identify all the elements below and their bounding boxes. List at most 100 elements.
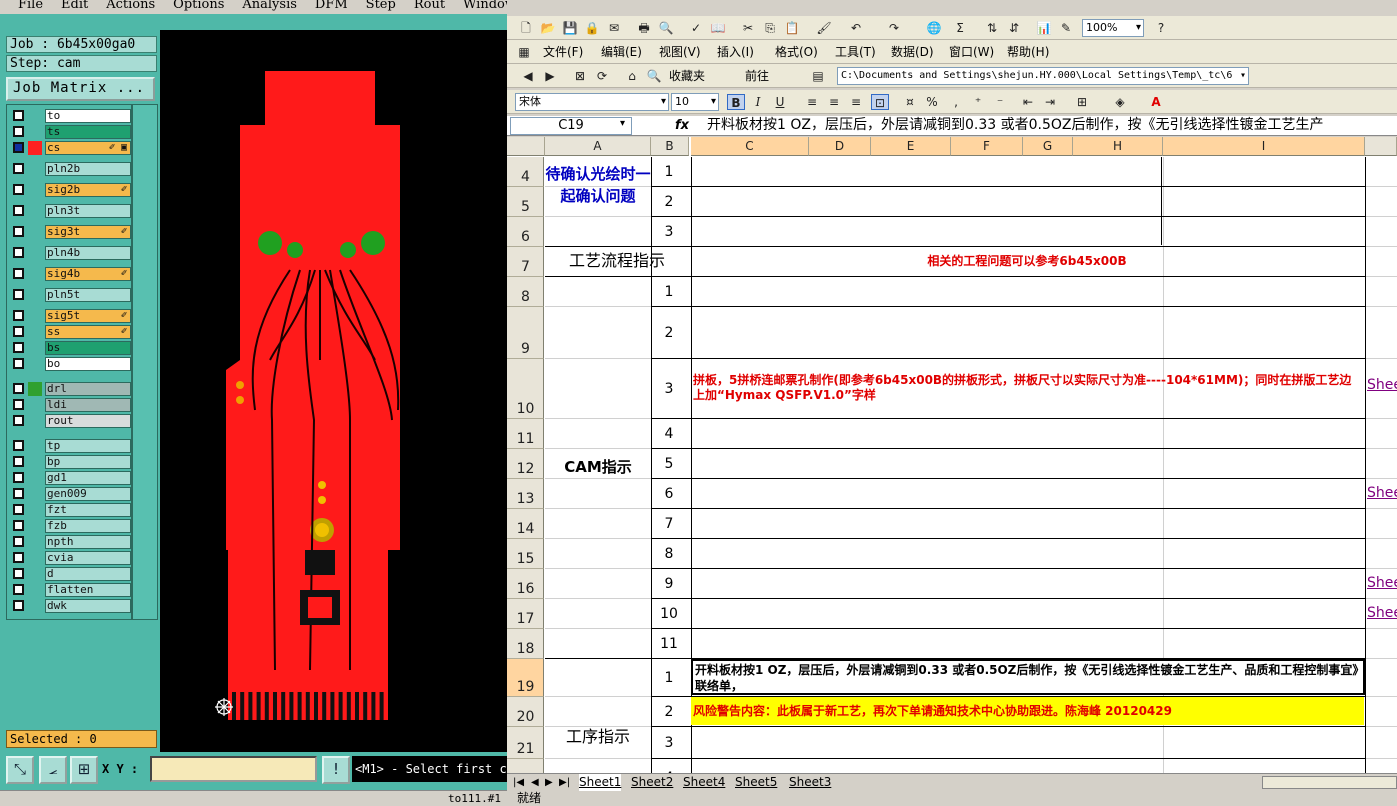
layer-row-ldi[interactable]: ldi bbox=[10, 398, 131, 412]
cell-b-number[interactable]: 7 bbox=[651, 509, 687, 539]
copy-icon[interactable]: ⎘ bbox=[761, 20, 779, 36]
cut-icon[interactable]: ✂ bbox=[739, 20, 757, 36]
layer-row-pln2b[interactable]: pln2b bbox=[10, 162, 131, 176]
row-header[interactable]: 13 bbox=[507, 479, 544, 509]
layer-checkbox-dwk[interactable] bbox=[13, 600, 24, 611]
row-header[interactable]: 18 bbox=[507, 629, 544, 659]
layer-checkbox-pln2b[interactable] bbox=[13, 163, 24, 174]
currency-icon[interactable]: ¤ bbox=[901, 94, 919, 110]
layer-row-sig2b[interactable]: sig2b ✐ bbox=[10, 183, 131, 197]
sheet-link-10[interactable]: Shee bbox=[1367, 377, 1397, 393]
comma-icon[interactable]: , bbox=[947, 94, 965, 110]
cell-b-number[interactable]: 3 bbox=[651, 727, 687, 759]
sheet-tab-sheet1[interactable]: Sheet1 bbox=[579, 774, 622, 791]
row-header[interactable]: 9 bbox=[507, 307, 544, 359]
font-name-select[interactable]: 宋体 bbox=[515, 93, 669, 111]
forward-icon[interactable]: ▶ bbox=[541, 68, 559, 84]
cell-a-proc[interactable]: 工序指示 bbox=[545, 659, 651, 773]
bold-icon[interactable]: B bbox=[727, 94, 745, 110]
layer-row-d[interactable]: d bbox=[10, 567, 131, 581]
new-icon[interactable]: 🗋 bbox=[517, 20, 535, 36]
grid-button[interactable]: ⊞ bbox=[70, 756, 98, 784]
layer-checkbox-bp[interactable] bbox=[13, 456, 24, 467]
cam-menu-options[interactable]: Options bbox=[173, 0, 224, 11]
layer-checkbox-d[interactable] bbox=[13, 568, 24, 579]
row-header[interactable]: 10 bbox=[507, 359, 544, 419]
layer-row-pln3t[interactable]: pln3t bbox=[10, 204, 131, 218]
graphic-canvas[interactable] bbox=[160, 30, 507, 752]
layer-row-tp[interactable]: tp bbox=[10, 439, 131, 453]
zoom-fit-button[interactable]: ⤡ bbox=[6, 756, 34, 784]
excel-menu-item[interactable]: 插入(I) bbox=[717, 45, 754, 59]
hyperlink-icon[interactable]: 🌐 bbox=[925, 20, 943, 36]
paste-icon[interactable]: 📋 bbox=[783, 20, 801, 36]
cell-c19[interactable]: 开料板材按1 OZ，层压后，外层请减铜到0.33 或者0.5OZ后制作，按《无引… bbox=[691, 659, 1365, 695]
column-header[interactable]: C bbox=[691, 137, 809, 156]
cell-c20[interactable]: 风险警告内容：此板属于新工艺，再次下单请通知技术中心协助跟进。陈海峰 20120… bbox=[691, 697, 1364, 725]
fill-color-icon[interactable]: ◈ bbox=[1111, 94, 1129, 110]
xy-input[interactable] bbox=[150, 756, 317, 782]
layer-checkbox-pln5t[interactable] bbox=[13, 289, 24, 300]
layer-checkbox-cs[interactable] bbox=[13, 142, 24, 153]
column-header[interactable] bbox=[1365, 137, 1397, 156]
layer-checkbox-bo[interactable] bbox=[13, 358, 24, 369]
layer-row-sig5t[interactable]: sig5t ✐ bbox=[10, 309, 131, 323]
layer-row-dwk[interactable]: dwk bbox=[10, 599, 131, 613]
layer-checkbox-sig4b[interactable] bbox=[13, 268, 24, 279]
favorites-menu[interactable]: 收藏夹 bbox=[669, 69, 705, 83]
tab-last-icon[interactable]: ▶| bbox=[559, 774, 570, 791]
layer-row-cs[interactable]: cs ✐ ▣ bbox=[10, 141, 131, 155]
measure-button[interactable]: ⦟ bbox=[39, 756, 67, 784]
borders-icon[interactable]: ⊞ bbox=[1073, 94, 1091, 110]
excel-app-icon[interactable]: ▦ bbox=[515, 44, 533, 60]
research-icon[interactable]: 📖 bbox=[709, 20, 727, 36]
align-center-icon[interactable]: ≡ bbox=[825, 94, 843, 110]
chart-wizard-icon[interactable]: 📊 bbox=[1035, 20, 1053, 36]
email-icon[interactable]: ✉ bbox=[605, 20, 623, 36]
layer-row-gd1[interactable]: gd1 bbox=[10, 471, 131, 485]
cell-b-number[interactable]: 9 bbox=[651, 569, 687, 599]
layer-row-sig3t[interactable]: sig3t ✐ bbox=[10, 225, 131, 239]
sheet-tab-sheet2[interactable]: Sheet2 bbox=[631, 774, 673, 791]
tab-prev-icon[interactable]: ◀ bbox=[531, 774, 539, 791]
cell-c10[interactable]: 拼板，5拼桥连邮票孔制作(即参考6b45x00B的拼板形式，拼板尺寸以实际尺寸为… bbox=[693, 373, 1359, 413]
percent-icon[interactable]: % bbox=[923, 94, 941, 110]
layer-row-rout[interactable]: rout bbox=[10, 414, 131, 428]
merge-center-icon[interactable]: ⊡ bbox=[871, 94, 889, 110]
cell-b-number[interactable]: 11 bbox=[651, 629, 687, 659]
layer-row-pln4b[interactable]: pln4b bbox=[10, 246, 131, 260]
sort-asc-icon[interactable]: ⇅ bbox=[983, 20, 1001, 36]
select-all-corner[interactable] bbox=[507, 137, 545, 156]
name-box[interactable]: C19 bbox=[510, 117, 632, 135]
row-header[interactable]: 19 bbox=[507, 659, 544, 697]
decrease-indent-icon[interactable]: ⇤ bbox=[1019, 94, 1037, 110]
job-matrix-button[interactable]: Job Matrix ... bbox=[6, 77, 155, 101]
layer-checkbox-to[interactable] bbox=[13, 110, 24, 121]
layer-row-bs[interactable]: bs bbox=[10, 341, 131, 355]
sort-desc-icon[interactable]: ⇵ bbox=[1005, 20, 1023, 36]
row-header[interactable]: 21 bbox=[507, 727, 544, 759]
sheet-tab-sheet3[interactable]: Sheet3 bbox=[789, 774, 831, 791]
italic-icon[interactable]: I bbox=[749, 94, 767, 110]
row-header[interactable]: 5 bbox=[507, 187, 544, 217]
stop-icon[interactable]: ⊠ bbox=[571, 68, 589, 84]
layer-checkbox-cvia[interactable] bbox=[13, 552, 24, 563]
cell-b-number[interactable]: 2 bbox=[651, 187, 687, 217]
layer-checkbox-tp[interactable] bbox=[13, 440, 24, 451]
column-header[interactable]: D bbox=[809, 137, 871, 156]
cell-c7[interactable]: 相关的工程问题可以参考6b45x00B bbox=[691, 247, 1363, 275]
decrease-decimal-icon[interactable]: ⁻ bbox=[991, 94, 1009, 110]
layer-row-gen009[interactable]: gen009 bbox=[10, 487, 131, 501]
cell-a4-a6[interactable]: 待确认光绘时一起确认问题 bbox=[545, 157, 651, 245]
cell-b-number[interactable]: 2 bbox=[651, 307, 687, 359]
sheet-link-13[interactable]: Shee bbox=[1367, 485, 1397, 501]
excel-menu-item[interactable]: 视图(V) bbox=[659, 45, 701, 59]
column-header[interactable]: I bbox=[1163, 137, 1365, 156]
row-header[interactable]: 20 bbox=[507, 697, 544, 727]
layer-row-drl[interactable]: drl bbox=[10, 382, 131, 396]
column-header[interactable]: F bbox=[951, 137, 1023, 156]
layer-checkbox-pln3t[interactable] bbox=[13, 205, 24, 216]
cell-a7[interactable]: 工艺流程指示 bbox=[545, 247, 689, 275]
refresh-icon[interactable]: ⟳ bbox=[593, 68, 611, 84]
show-web-toolbar-icon[interactable]: ▤ bbox=[809, 68, 827, 84]
